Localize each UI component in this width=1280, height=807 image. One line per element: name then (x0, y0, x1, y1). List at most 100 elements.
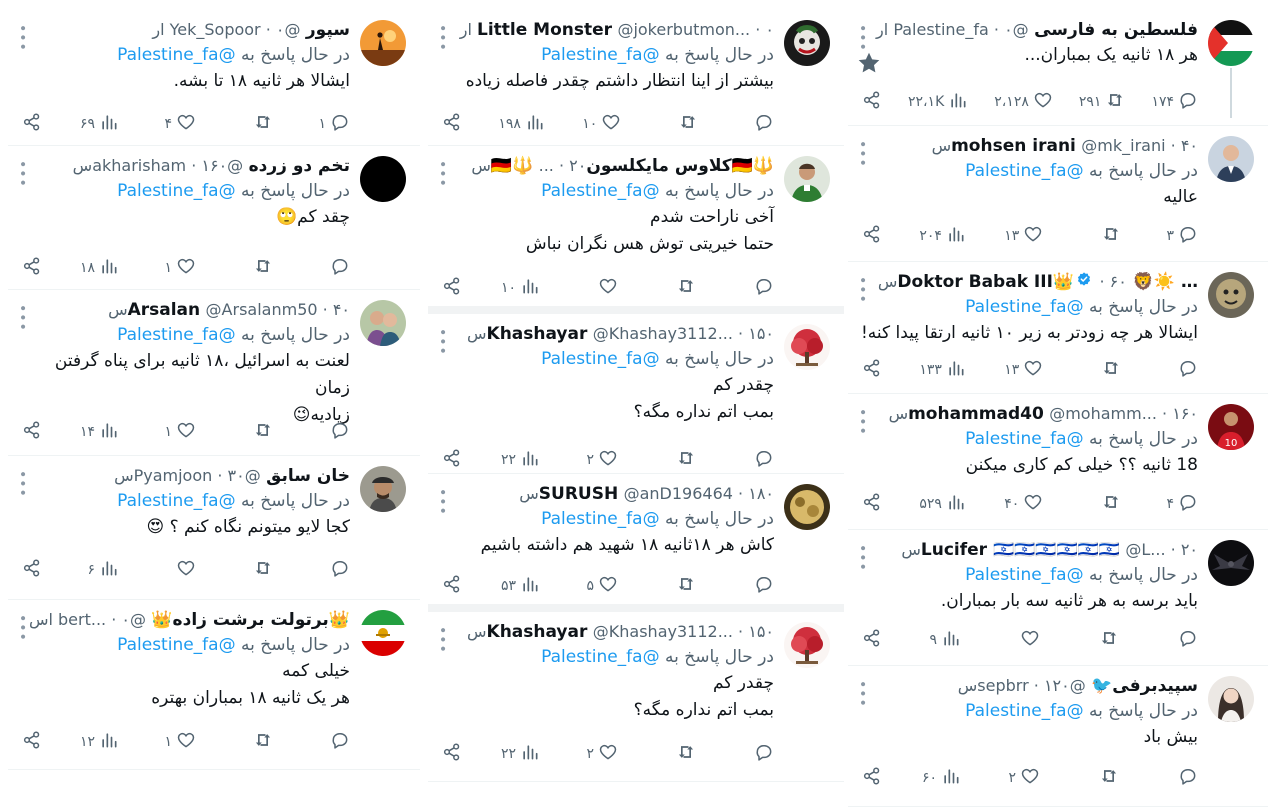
handle[interactable]: @mk_irani (1081, 136, 1165, 155)
views-button[interactable]: ۵۳ (500, 574, 540, 598)
avatar[interactable] (784, 156, 830, 202)
handle[interactable]: @Khashay3112... (593, 622, 733, 641)
display-name[interactable]: 🔱🇩🇪کلاوس مایکلسون🇩🇪🔱 (491, 156, 774, 176)
avatar[interactable]: 10 (1208, 404, 1254, 450)
views-button[interactable]: ۱۸ (79, 256, 119, 280)
mention-link[interactable]: @Palestine_fa (965, 161, 1083, 181)
reply-button[interactable] (310, 256, 350, 280)
tweet[interactable]: ••• Little Monster @jokerbutmon... · ۰ ار… (428, 10, 844, 146)
share-button[interactable] (18, 420, 42, 444)
mention-link[interactable]: @Palestine_fa (117, 491, 235, 511)
like-button[interactable]: ۲ (578, 742, 618, 766)
mention-link[interactable]: @Palestine_fa (541, 647, 659, 667)
reply-button[interactable] (734, 276, 774, 300)
share-button[interactable] (18, 112, 42, 136)
views-button[interactable]: ۲۰۴ (919, 224, 966, 248)
avatar[interactable] (360, 610, 406, 656)
retweet-button[interactable] (658, 112, 698, 136)
like-button[interactable]: ۱ (156, 420, 196, 444)
like-button[interactable] (1000, 628, 1040, 652)
like-button[interactable]: ۴۰ (1003, 492, 1043, 516)
tweet[interactable]: ••• خان سابق @Pyamjoon · ۳۰س در حال پاسخ ب… (8, 456, 420, 600)
retweet-button[interactable] (1079, 766, 1119, 790)
avatar[interactable] (784, 484, 830, 530)
share-button[interactable] (858, 358, 882, 382)
reply-button[interactable] (734, 742, 774, 766)
tweet[interactable]: ••• سپور @Yek_Sopoor · ۰ ار در حال پاسخ به… (8, 10, 420, 146)
share-button[interactable] (858, 90, 882, 114)
mention-link[interactable]: @Palestine_fa (541, 181, 659, 201)
reply-button[interactable]: ۱ (310, 112, 350, 136)
handle[interactable]: @Khashay3112... (593, 324, 733, 343)
tweet[interactable]: ••• 🔱🇩🇪کلاوس مایکلسون🇩🇪🔱 ... · ۲۰س در حال … (428, 146, 844, 314)
display-name[interactable]: mohsen irani (951, 136, 1076, 156)
reply-button[interactable] (734, 448, 774, 472)
mention-link[interactable]: @Palestine_fa (117, 181, 235, 201)
share-button[interactable] (438, 448, 462, 472)
tweet[interactable]: ••• 👑برتولت برشت زاده👑 @bert... · ۰ اس در … (8, 600, 420, 770)
like-button[interactable]: ۲،۱۲۸ (994, 90, 1053, 114)
reply-button[interactable] (734, 112, 774, 136)
views-button[interactable]: ۵۲۹ (919, 492, 966, 516)
display-name[interactable]: سپیدبرفی🐦 (1091, 676, 1198, 696)
mention-link[interactable]: @Palestine_fa (117, 635, 235, 655)
retweet-button[interactable] (656, 448, 696, 472)
retweet-button[interactable] (233, 420, 273, 444)
retweet-button[interactable] (656, 574, 696, 598)
tweet[interactable]: ••• Arsalan @Arsalanm50 · ۴۰س در حال پاسخ … (8, 290, 420, 456)
share-button[interactable] (438, 112, 462, 136)
avatar[interactable] (360, 156, 406, 202)
views-button[interactable]: ۹ (921, 628, 961, 652)
reply-button[interactable]: ۴ (1158, 492, 1198, 516)
like-button[interactable]: ۱ (156, 730, 196, 754)
retweet-button[interactable] (1081, 358, 1121, 382)
avatar[interactable] (360, 20, 406, 66)
mention-link[interactable]: @Palestine_fa (117, 45, 235, 65)
avatar[interactable] (1208, 272, 1254, 318)
like-button[interactable]: ۱۳ (1003, 358, 1043, 382)
retweet-button[interactable] (233, 112, 273, 136)
avatar[interactable] (360, 466, 406, 512)
retweet-button[interactable] (656, 742, 696, 766)
handle[interactable]: @bert... (58, 610, 146, 629)
avatar[interactable] (784, 622, 830, 668)
retweet-button[interactable] (656, 276, 696, 300)
display-name[interactable]: خان سابق (266, 466, 350, 486)
retweet-button[interactable]: ۲۹۱ (1079, 90, 1126, 114)
handle[interactable]: @mohamm... (1049, 404, 1157, 423)
tweet[interactable]: ••• فلسطین به فارسی @Palestine_fa · ۰ ار ه… (848, 10, 1268, 126)
handle[interactable]: @L... (1125, 540, 1165, 559)
reply-button[interactable] (734, 574, 774, 598)
like-button[interactable]: ۵ (578, 574, 618, 598)
like-button[interactable]: ۱۰ (581, 112, 621, 136)
reply-button[interactable] (310, 420, 350, 444)
mention-link[interactable]: @Palestine_fa (117, 325, 235, 345)
share-button[interactable] (858, 628, 882, 652)
like-button[interactable] (578, 276, 618, 300)
views-button[interactable]: ۶۹ (79, 112, 119, 136)
share-button[interactable] (18, 256, 42, 280)
avatar[interactable] (1208, 20, 1254, 66)
handle[interactable]: @Arsalanm50 (206, 300, 318, 319)
display-name[interactable]: سپور (306, 20, 350, 40)
like-button[interactable]: ۱۳ (1003, 224, 1043, 248)
retweet-button[interactable] (1081, 492, 1121, 516)
views-button[interactable]: ۱۹۸ (498, 112, 545, 136)
display-name[interactable]: mohammad40 (908, 404, 1044, 424)
share-button[interactable] (438, 742, 462, 766)
tweet[interactable]: ••• Khashayar @Khashay3112... · ۱۵۰س در حا… (428, 314, 844, 474)
mention-link[interactable]: @Palestine_fa (965, 297, 1083, 317)
views-button[interactable]: ۱۰ (500, 276, 540, 300)
reply-button[interactable] (310, 730, 350, 754)
avatar[interactable] (1208, 540, 1254, 586)
share-button[interactable] (18, 558, 42, 582)
like-button[interactable] (156, 558, 196, 582)
display-name[interactable]: Arsalan (128, 300, 201, 320)
reply-button[interactable]: ۱۷۴ (1151, 90, 1198, 114)
reply-button[interactable] (1158, 766, 1198, 790)
tweet[interactable]: ••• سپیدبرفی🐦 @sepbrr · ۱۲۰س در حال پاسخ ب… (848, 666, 1268, 807)
mention-link[interactable]: @Palestine_fa (541, 509, 659, 529)
retweet-button[interactable] (233, 256, 273, 280)
display-name[interactable]: فلسطین به فارسی (1034, 20, 1198, 40)
retweet-button[interactable] (1079, 628, 1119, 652)
